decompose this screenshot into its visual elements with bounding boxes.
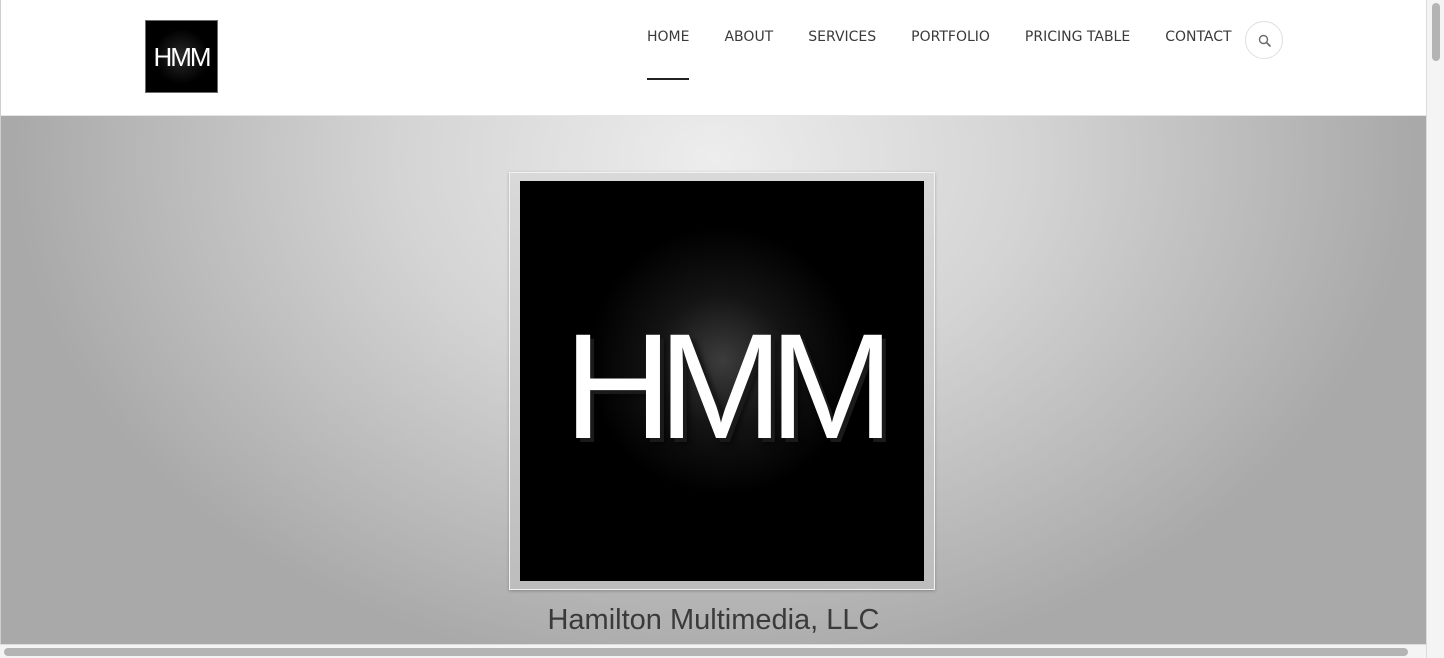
nav-item-contact[interactable]: CONTACT [1165,29,1231,45]
horizontal-scrollbar[interactable] [0,644,1426,658]
nav-item-home[interactable]: HOME [647,29,689,45]
nav-item-services[interactable]: SERVICES [808,29,876,45]
hero-logo-frame: HMM [509,172,935,590]
hero-section: HMM Hamilton Multimedia, LLC [1,116,1426,644]
nav-item-portfolio[interactable]: PORTFOLIO [911,29,990,45]
nav-item-about[interactable]: ABOUT [724,29,773,45]
hero-logo-image: HMM [520,181,924,581]
page: HMM HOME ABOUT SERVICES PORTFOLIO PRICIN… [0,0,1444,658]
search-icon [1258,34,1271,47]
site-header: HMM HOME ABOUT SERVICES PORTFOLIO PRICIN… [1,0,1426,116]
main-nav: HOME ABOUT SERVICES PORTFOLIO PRICING TA… [647,29,1232,45]
vertical-scrollbar[interactable] [1426,0,1444,658]
site-logo[interactable]: HMM [145,20,218,93]
vertical-scrollbar-thumb[interactable] [1432,3,1440,61]
active-nav-indicator [647,78,689,80]
horizontal-scrollbar-thumb[interactable] [4,648,1408,656]
logo-text: HMM [153,41,211,72]
hero-caption: Hamilton Multimedia, LLC [547,604,880,636]
hero-logo-text: HMM [563,302,894,470]
search-button[interactable] [1245,21,1283,59]
nav-item-pricing-table[interactable]: PRICING TABLE [1025,29,1130,45]
